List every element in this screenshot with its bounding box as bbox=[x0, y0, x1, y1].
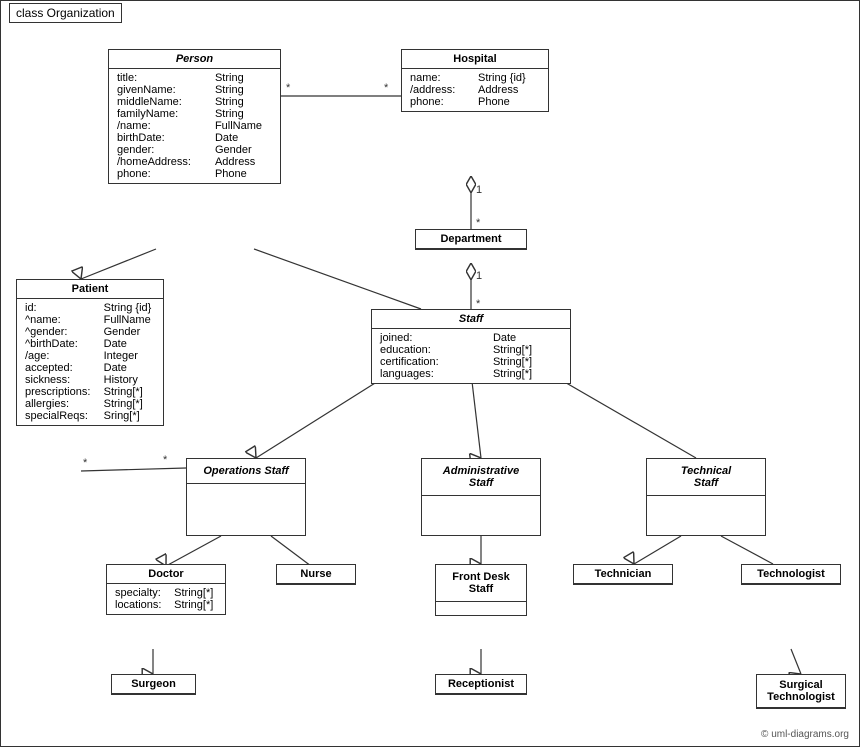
svg-text:*: * bbox=[286, 82, 291, 94]
surgical-technologist-class: SurgicalTechnologist bbox=[756, 674, 846, 709]
doctor-body: specialty:String[*] locations:String[*] bbox=[107, 584, 225, 614]
svg-text:1: 1 bbox=[476, 270, 482, 282]
operations-staff-title: Operations Staff bbox=[187, 459, 305, 484]
technologist-title: Technologist bbox=[742, 565, 840, 584]
department-title: Department bbox=[416, 230, 526, 249]
doctor-title: Doctor bbox=[107, 565, 225, 584]
patient-body: id:String {id} ^name:FullName ^gender:Ge… bbox=[17, 299, 163, 425]
technical-staff-class: TechnicalStaff bbox=[646, 458, 766, 536]
patient-title: Patient bbox=[17, 280, 163, 299]
svg-text:*: * bbox=[476, 217, 481, 229]
receptionist-title: Receptionist bbox=[436, 675, 526, 694]
technician-class: Technician bbox=[573, 564, 673, 585]
surgeon-class: Surgeon bbox=[111, 674, 196, 695]
front-desk-staff-title: Front DeskStaff bbox=[436, 565, 526, 602]
technologist-class: Technologist bbox=[741, 564, 841, 585]
staff-class: Staff joined:Date education:String[*] ce… bbox=[371, 309, 571, 384]
hospital-class: Hospital name:String {id} /address:Addre… bbox=[401, 49, 549, 112]
department-class: Department bbox=[415, 229, 527, 250]
person-class: Person title:String givenName:String mid… bbox=[108, 49, 281, 184]
hospital-body: name:String {id} /address:Address phone:… bbox=[402, 69, 548, 111]
surgical-technologist-title: SurgicalTechnologist bbox=[757, 675, 845, 708]
staff-body: joined:Date education:String[*] certific… bbox=[372, 329, 570, 383]
svg-text:*: * bbox=[83, 457, 88, 469]
svg-text:*: * bbox=[384, 82, 389, 94]
copyright: © uml-diagrams.org bbox=[761, 729, 849, 740]
administrative-staff-class: AdministrativeStaff bbox=[421, 458, 541, 536]
diagram-title: class Organization bbox=[9, 3, 122, 23]
technical-staff-title: TechnicalStaff bbox=[647, 459, 765, 496]
diagram-container: class Organization bbox=[0, 0, 860, 747]
hospital-title: Hospital bbox=[402, 50, 548, 69]
nurse-class: Nurse bbox=[276, 564, 356, 585]
svg-text:1: 1 bbox=[476, 184, 482, 196]
person-title: Person bbox=[109, 50, 280, 69]
doctor-class: Doctor specialty:String[*] locations:Str… bbox=[106, 564, 226, 615]
administrative-staff-title: AdministrativeStaff bbox=[422, 459, 540, 496]
operations-staff-class: Operations Staff bbox=[186, 458, 306, 536]
staff-title: Staff bbox=[372, 310, 570, 329]
receptionist-class: Receptionist bbox=[435, 674, 527, 695]
svg-text:*: * bbox=[163, 454, 168, 466]
front-desk-staff-class: Front DeskStaff bbox=[435, 564, 527, 616]
patient-class: Patient id:String {id} ^name:FullName ^g… bbox=[16, 279, 164, 426]
person-body: title:String givenName:String middleName… bbox=[109, 69, 280, 183]
technician-title: Technician bbox=[574, 565, 672, 584]
nurse-title: Nurse bbox=[277, 565, 355, 584]
surgeon-title: Surgeon bbox=[112, 675, 195, 694]
